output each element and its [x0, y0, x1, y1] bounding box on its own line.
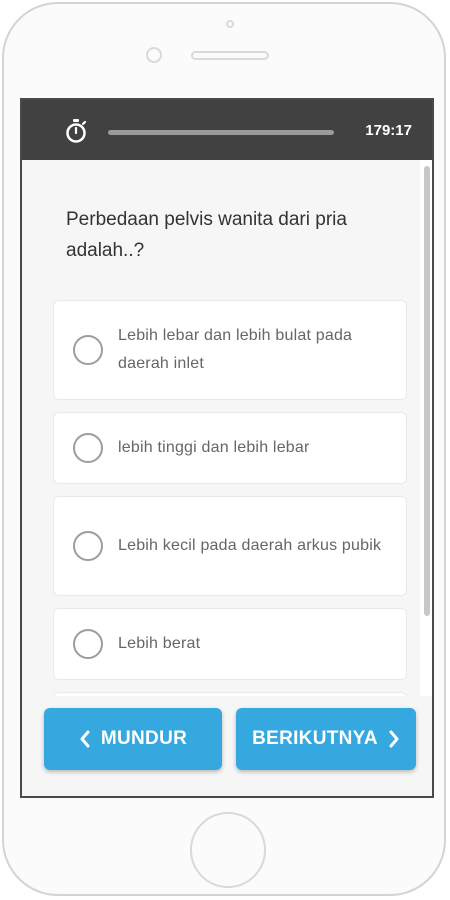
app-screen: 179:17 Perbedaan pelvis wanita dari pria…	[20, 98, 434, 798]
chevron-left-icon	[80, 730, 90, 748]
stopwatch-icon	[66, 119, 87, 143]
next-button-label: BERIKUTNYA	[252, 728, 378, 749]
answer-option-1[interactable]: Lebih lebar dan lebih bulat pada daerah …	[53, 300, 407, 400]
proximity-sensor	[146, 47, 162, 63]
time-progress-bar	[108, 130, 334, 135]
radio-button[interactable]	[73, 335, 103, 365]
radio-button[interactable]	[73, 433, 103, 463]
home-button[interactable]	[190, 812, 266, 888]
answer-option-label: Lebih lebar dan lebih bulat pada daerah …	[118, 327, 353, 372]
scrollbar[interactable]	[424, 166, 430, 616]
front-camera	[226, 20, 234, 28]
question-area: Perbedaan pelvis wanita dari pria adalah…	[22, 160, 420, 696]
answer-option-4[interactable]: Lebih berat	[53, 608, 407, 680]
question-text: Perbedaan pelvis wanita dari pria adalah…	[66, 209, 347, 261]
answer-option-label: Lebih berat	[118, 635, 201, 652]
timer-text: 179:17	[365, 122, 412, 139]
phone-frame: 179:17 Perbedaan pelvis wanita dari pria…	[2, 2, 446, 896]
next-button[interactable]: BERIKUTNYA	[236, 708, 416, 770]
answer-option-label: Lebih kecil pada daerah arkus pubik	[118, 537, 382, 554]
radio-button[interactable]	[73, 629, 103, 659]
back-button-label: MUNDUR	[100, 728, 188, 749]
navigation-footer: MUNDUR BERIKUTNYA	[22, 696, 432, 796]
radio-button[interactable]	[73, 531, 103, 561]
answer-option-2[interactable]: lebih tinggi dan lebih lebar	[53, 412, 407, 484]
chevron-right-icon	[389, 730, 399, 748]
timer-bar: 179:17	[22, 100, 432, 160]
answer-option-3[interactable]: Lebih kecil pada daerah arkus pubik	[53, 496, 407, 596]
earpiece-speaker	[191, 51, 269, 60]
back-button[interactable]: MUNDUR	[44, 708, 222, 770]
answer-option-label: lebih tinggi dan lebih lebar	[118, 439, 310, 456]
